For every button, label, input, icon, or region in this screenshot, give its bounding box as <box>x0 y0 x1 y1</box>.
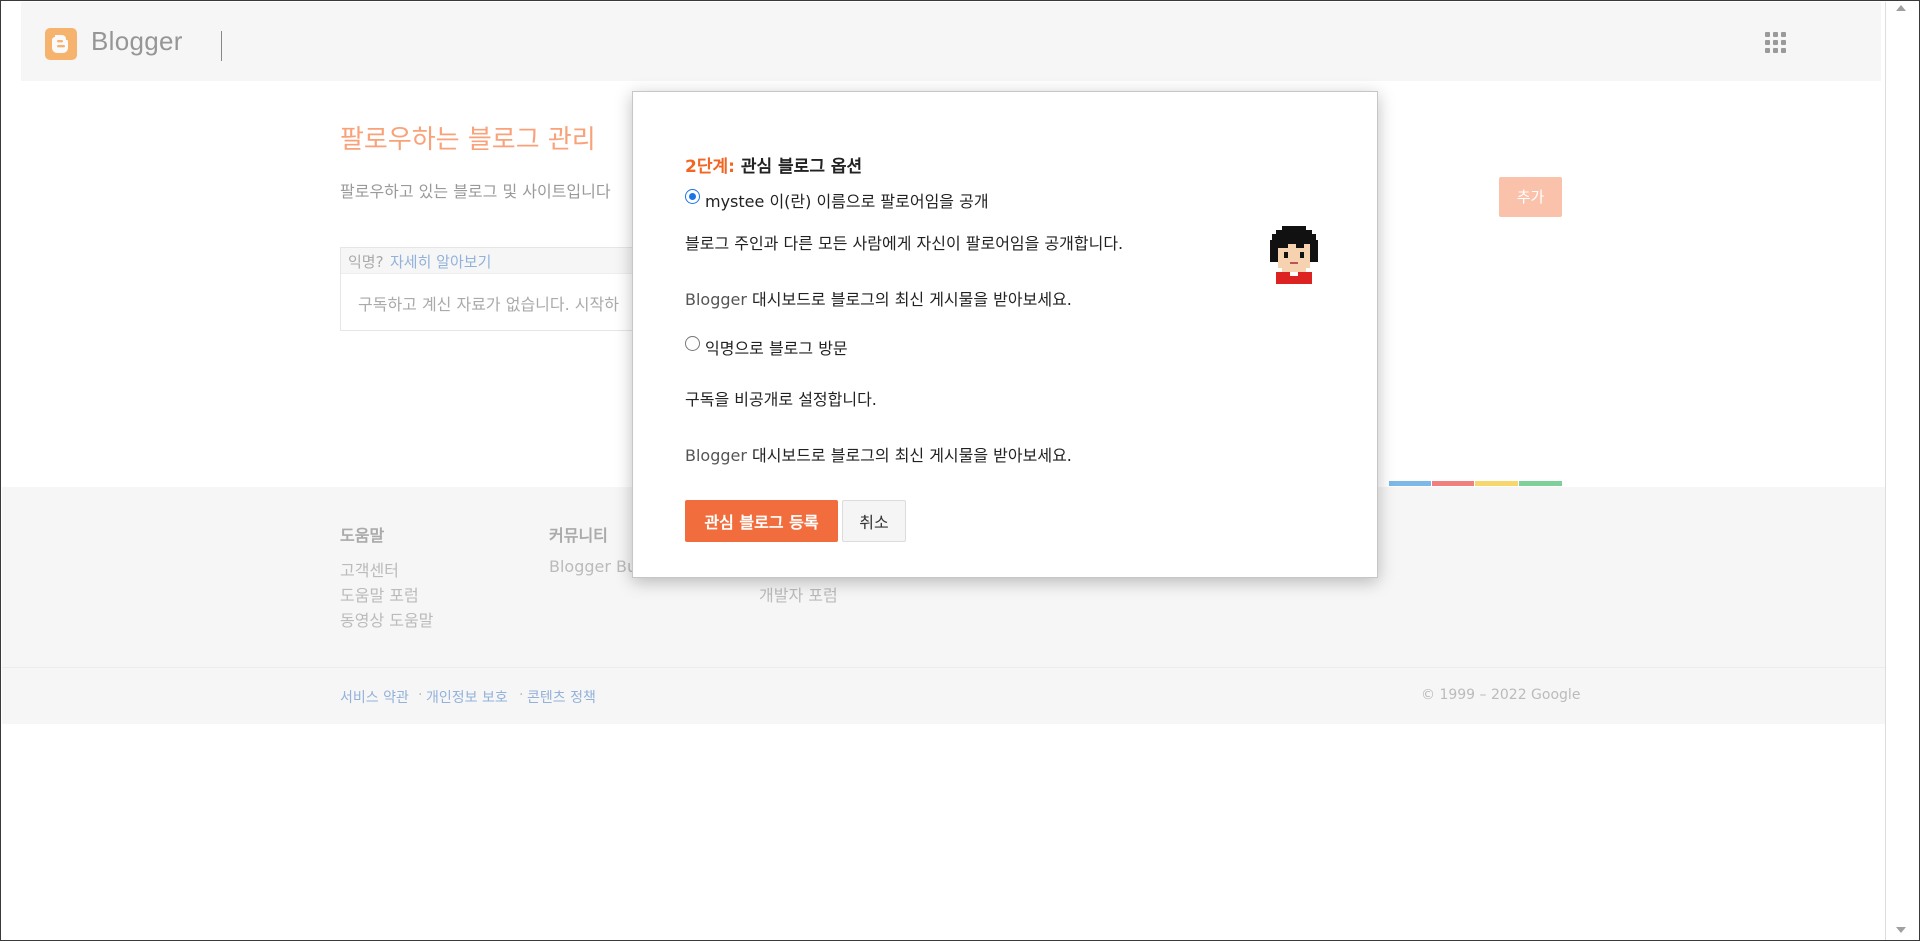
color-strip-red <box>1432 481 1474 486</box>
header-divider <box>221 31 222 61</box>
apps-grid-icon[interactable] <box>1765 32 1787 54</box>
learn-more-link[interactable]: 자세히 알아보기 <box>390 251 491 272</box>
legal-separator: · <box>519 687 524 703</box>
content-policy-link[interactable]: 콘텐츠 정책 <box>527 687 596 707</box>
vertical-scrollbar[interactable] <box>1885 2 1919 940</box>
legal-bar <box>2 667 1885 724</box>
anonymous-dashboard-note: Blogger 대시보드로 블로그의 최신 게시물을 받아보세요. <box>685 442 1072 466</box>
public-follow-label[interactable]: mystee 이(란) 이름으로 팔로어임을 공개 <box>705 188 989 212</box>
footer-link-blogger-buzz[interactable]: Blogger Bu <box>549 557 637 576</box>
privacy-link[interactable]: 개인정보 보호 <box>426 687 508 707</box>
footer-link-customer-center[interactable]: 고객센터 <box>340 557 399 581</box>
footer-link-video-help[interactable]: 동영상 도움말 <box>340 607 433 631</box>
terms-link[interactable]: 서비스 약관 <box>340 687 409 707</box>
empty-state-text: 구독하고 계신 자료가 없습니다. 시작하 <box>358 295 619 314</box>
follow-blog-submit-button[interactable]: 관심 블로그 등록 <box>685 500 838 542</box>
blogger-logo-icon[interactable] <box>45 28 77 60</box>
dashboard-note-text: 대시보드로 블로그의 최신 게시물을 받아보세요. <box>746 290 1072 309</box>
browser-window: Blogger 팔로우하는 블로그 관리 팔로우하고 있는 블로그 및 사이트입… <box>0 0 1920 941</box>
blogger-word: Blogger <box>685 290 747 309</box>
top-bar: Blogger <box>21 2 1881 81</box>
blogger-word: Blogger <box>685 446 747 465</box>
footer-community-title: 커뮤니티 <box>549 526 608 545</box>
anonymous-follow-desc: 구독을 비공개로 설정합니다. <box>685 390 877 409</box>
user-avatar <box>1266 226 1322 284</box>
anon-question: 익명? <box>348 253 384 271</box>
dialog-title: 2단계: 관심 블로그 옵션 <box>685 152 862 177</box>
public-dashboard-note: Blogger 대시보드로 블로그의 최신 게시물을 받아보세요. <box>685 286 1072 310</box>
legal-separator: · <box>418 687 423 703</box>
logo-text[interactable]: Blogger <box>91 26 183 57</box>
color-strip-green <box>1519 481 1562 486</box>
anonymous-follow-label[interactable]: 익명으로 블로그 방문 <box>705 335 848 359</box>
public-follow-desc: 블로그 주인과 다른 모든 사람에게 자신이 팔로어임을 공개합니다. <box>685 234 1124 253</box>
dialog-title-text: 관심 블로그 옵션 <box>740 157 863 177</box>
page-subtitle: 팔로우하고 있는 블로그 및 사이트입니다 <box>340 182 611 201</box>
public-follow-radio[interactable] <box>685 189 700 204</box>
page-title: 팔로우하는 블로그 관리 <box>340 125 596 155</box>
add-button[interactable]: 추가 <box>1499 177 1562 217</box>
scroll-up-icon[interactable] <box>1896 5 1906 11</box>
anonymous-follow-radio[interactable] <box>685 336 700 351</box>
copyright: © 1999 – 2022 Google <box>1421 687 1581 703</box>
footer-link-developer-forum[interactable]: 개발자 포럼 <box>759 582 838 606</box>
follow-options-dialog: 2단계: 관심 블로그 옵션 mystee 이(란) 이름으로 팔로어임을 공개… <box>632 91 1378 578</box>
footer-link-help-forum[interactable]: 도움말 포럼 <box>340 582 419 606</box>
dashboard-note-text: 대시보드로 블로그의 최신 게시물을 받아보세요. <box>746 446 1072 465</box>
footer-help-title: 도움말 <box>340 526 385 545</box>
color-strip-blue <box>1389 481 1431 486</box>
scroll-down-icon[interactable] <box>1896 927 1906 933</box>
color-strip-yellow <box>1475 481 1518 486</box>
cancel-button[interactable]: 취소 <box>842 500 906 542</box>
step-label: 2단계: <box>685 157 735 177</box>
